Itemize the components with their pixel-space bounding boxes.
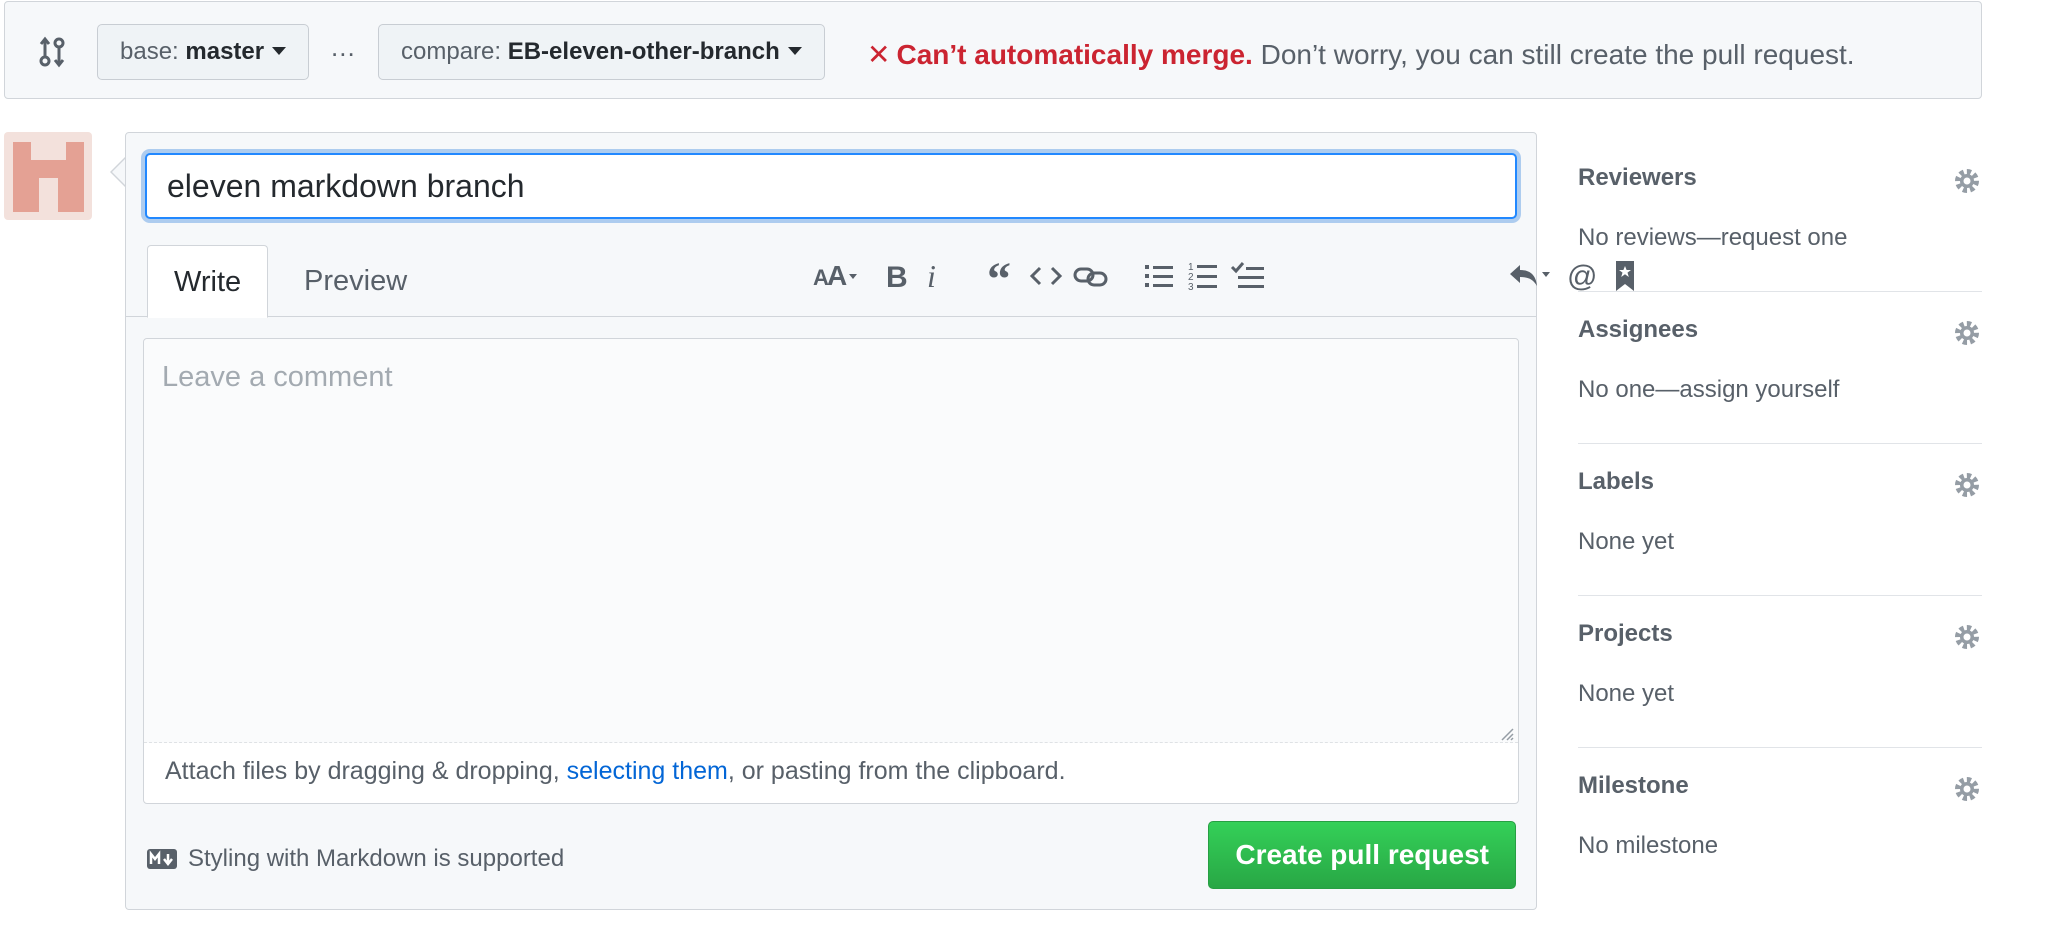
- create-pull-request-button[interactable]: Create pull request: [1208, 821, 1516, 889]
- svg-text:3: 3: [1188, 282, 1194, 292]
- header-text-icon: A A: [813, 260, 857, 291]
- task-list-button[interactable]: [1226, 251, 1270, 301]
- code-icon: [1029, 266, 1063, 286]
- gear-icon[interactable]: [1952, 622, 1982, 652]
- git-compare-icon: [39, 36, 65, 68]
- merge-status-message: ✕ Can’t automatically merge. Don’t worry,…: [867, 38, 1855, 71]
- merge-note: Don’t worry, you can still create the pu…: [1260, 39, 1855, 70]
- ordered-list-icon: 1 2 3: [1188, 262, 1217, 292]
- sidebar-section-assignees: Assignees No one—assign yourself: [1578, 292, 1982, 444]
- tab-write[interactable]: Write: [147, 245, 269, 318]
- sidebar-section-milestone: Milestone No milestone: [1578, 748, 1982, 900]
- base-branch-button[interactable]: base: master: [97, 24, 310, 80]
- comment-textarea[interactable]: [144, 339, 1518, 743]
- compare-branch-button[interactable]: compare: EB-eleven-other-branch: [378, 24, 825, 80]
- range-ellipsis: ...: [331, 32, 356, 62]
- pull-request-composer: Write Preview A A B i “: [125, 132, 1634, 910]
- gear-icon[interactable]: [1952, 166, 1982, 196]
- quote-icon: “: [987, 259, 1011, 293]
- sidebar-section-labels: Labels None yet: [1578, 444, 1982, 596]
- sidebar-section-reviewers: Reviewers No reviews—request one: [1578, 140, 1982, 292]
- task-list-icon: [1230, 262, 1264, 288]
- italic-icon: i: [927, 259, 936, 293]
- reviewers-value[interactable]: No reviews—request one: [1578, 224, 1847, 252]
- svg-text:B: B: [886, 261, 908, 293]
- quote-button[interactable]: “: [980, 251, 1024, 301]
- sidebar-title: Reviewers: [1578, 164, 1697, 191]
- x-icon: ✕: [867, 39, 891, 70]
- svg-text:“: “: [987, 259, 1011, 293]
- sidebar-title: Assignees: [1578, 316, 1699, 343]
- sidebar-title: Labels: [1578, 468, 1655, 495]
- title-input[interactable]: [145, 153, 1517, 219]
- attach-prefix: Attach files by dragging & dropping,: [165, 757, 567, 785]
- gear-icon[interactable]: [1952, 774, 1982, 804]
- base-branch-name: master: [185, 38, 265, 65]
- attach-suffix: , or pasting from the clipboard.: [727, 757, 1066, 785]
- sidebar-title: Projects: [1578, 620, 1673, 647]
- base-prefix: base:: [120, 38, 179, 65]
- select-files-link[interactable]: selecting them: [567, 757, 728, 785]
- code-button[interactable]: [1024, 251, 1068, 301]
- gear-icon[interactable]: [1952, 470, 1982, 500]
- milestone-value: No milestone: [1578, 832, 1719, 859]
- resize-handle-icon[interactable]: [1498, 725, 1514, 741]
- caret-down-icon: [787, 46, 802, 55]
- markdown-support-note[interactable]: Styling with Markdown is supported: [146, 845, 564, 873]
- sidebar-section-projects: Projects None yet: [1578, 596, 1982, 748]
- comment-box: Attach files by dragging & dropping, sel…: [143, 338, 1519, 804]
- svg-text:A: A: [827, 260, 847, 291]
- sidebar-title: Milestone: [1578, 772, 1689, 799]
- compare-prefix: compare:: [401, 38, 502, 65]
- reply-button[interactable]: [1504, 251, 1558, 301]
- assignees-value[interactable]: No one—assign yourself: [1578, 376, 1839, 404]
- bold-icon: B: [886, 261, 908, 293]
- discussion-sidebar: Reviewers No reviews—request one Assigne…: [1578, 140, 1982, 900]
- tabs-divider: [126, 316, 1536, 317]
- header-text-button[interactable]: A A: [811, 251, 867, 301]
- compare-branch-name: EB-eleven-other-branch: [507, 38, 780, 65]
- caret-down-icon: [272, 46, 287, 55]
- labels-value: None yet: [1578, 528, 1675, 555]
- reply-icon: [1510, 265, 1550, 286]
- projects-value: None yet: [1578, 680, 1675, 707]
- link-icon: [1073, 267, 1108, 287]
- unordered-list-button[interactable]: [1137, 251, 1181, 301]
- tab-preview[interactable]: Preview: [278, 245, 433, 317]
- gear-icon[interactable]: [1952, 318, 1982, 348]
- avatar[interactable]: [4, 132, 92, 220]
- svg-text:i: i: [927, 259, 936, 293]
- markdown-icon: [147, 849, 177, 869]
- merge-status: Can’t automatically merge.: [896, 39, 1253, 70]
- ordered-list-button[interactable]: 1 2 3: [1181, 251, 1225, 301]
- italic-button[interactable]: i: [911, 251, 955, 301]
- markdown-note-text: Styling with Markdown is supported: [188, 845, 565, 872]
- unordered-list-icon: [1145, 265, 1173, 287]
- compare-range-bar: base: master ... compare: EB-eleven-othe…: [4, 1, 1982, 99]
- link-button[interactable]: [1069, 251, 1113, 301]
- attach-files-hint: Attach files by dragging & dropping, sel…: [165, 757, 1066, 786]
